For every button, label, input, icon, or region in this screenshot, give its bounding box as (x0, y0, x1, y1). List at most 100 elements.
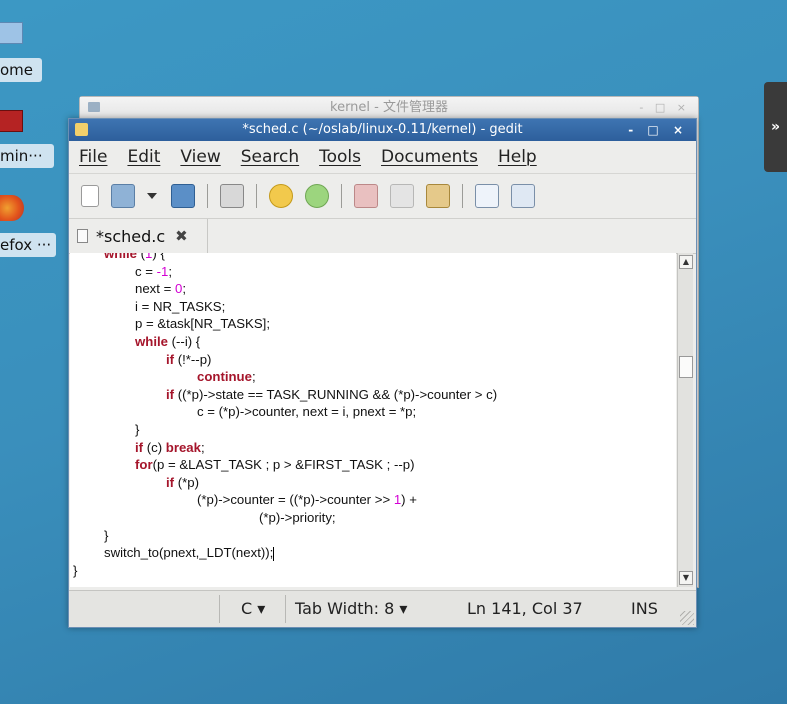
status-separator (219, 595, 220, 623)
document-icon (77, 229, 88, 243)
code-keyword: if (166, 351, 175, 367)
text-cursor (273, 546, 275, 561)
code-line: c = -1; (73, 263, 497, 281)
menu-file[interactable]: File (79, 147, 107, 167)
code-text-segment: switch_to(pnext,_LDT(next)); (104, 545, 274, 561)
menu-tools[interactable]: Tools (319, 147, 361, 167)
print-icon[interactable] (220, 184, 244, 208)
find-replace-icon[interactable] (511, 184, 535, 208)
redo-icon[interactable] (305, 184, 329, 208)
code-text-segment: } (73, 562, 78, 578)
code-text-segment: ( (136, 253, 146, 261)
code-line: for(p = &LAST_TASK ; p > &FIRST_TASK ; -… (73, 456, 497, 474)
cut-icon[interactable] (354, 184, 378, 208)
menu-documents[interactable]: Documents (381, 147, 478, 167)
tab-width-selector[interactable]: Tab Width: 8 ▾ (295, 591, 407, 627)
panel-expand-button[interactable]: » (764, 82, 787, 172)
gedit-window-controls[interactable]: - □ × (628, 119, 688, 141)
folder-icon (88, 102, 100, 112)
code-keyword: continue (197, 369, 252, 385)
paste-icon[interactable] (426, 184, 450, 208)
code-text[interactable]: while (1) {c = -1; next = 0; i = NR_TASKS;… (73, 253, 497, 579)
toolbar-separator (256, 184, 257, 208)
code-keyword: while (135, 333, 168, 349)
code-text-segment: (--i) { (167, 333, 201, 349)
scroll-down-icon[interactable]: ▼ (679, 571, 693, 585)
code-number: -1 (156, 263, 169, 279)
code-text-segment: } (135, 421, 140, 437)
code-text-segment: ; (200, 439, 205, 455)
chevron-down-icon[interactable] (147, 193, 157, 199)
tab-label: *sched.c (96, 226, 166, 246)
desktop-icon-label: efox ··· (0, 233, 56, 257)
scroll-up-icon[interactable]: ▲ (679, 255, 693, 269)
code-line: while (--i) { (73, 333, 497, 351)
code-text-segment: c = (*p)->counter, next = i, pnext = *p; (197, 404, 417, 420)
desktop-icon-label: min··· (0, 144, 54, 168)
code-text-segment: (*p)->priority; (259, 509, 336, 525)
code-text-segment: ; (168, 263, 173, 279)
file-manager-title: kernel - 文件管理器 (330, 100, 448, 115)
gedit-app-icon (75, 123, 88, 136)
gedit-titlebar[interactable]: *sched.c (~/oslab/linux-0.11/kernel) - g… (69, 119, 696, 141)
file-manager-window-controls[interactable]: - □ × (639, 97, 690, 119)
new-document-icon[interactable] (81, 185, 99, 207)
code-line: p = &task[NR_TASKS]; (73, 315, 497, 333)
language-selector[interactable]: C ▾ (241, 591, 265, 627)
code-line: if (*p) (73, 474, 497, 492)
home-folder-icon (0, 22, 23, 44)
status-separator (285, 595, 286, 623)
code-line: if (!*--p) (73, 351, 497, 369)
toolbar-separator (207, 184, 208, 208)
code-line: continue; (73, 368, 497, 386)
save-icon[interactable] (171, 184, 195, 208)
code-keyword: break (165, 439, 201, 455)
code-text-segment: (*p) (174, 474, 199, 490)
vertical-scrollbar[interactable]: ▲ ▼ (677, 253, 693, 587)
open-file-icon[interactable] (111, 184, 135, 208)
menu-search[interactable]: Search (241, 147, 299, 167)
code-text-segment: (p = &LAST_TASK ; p > &FIRST_TASK ; --p) (152, 457, 415, 473)
code-keyword: while (104, 253, 137, 261)
code-keyword: if (135, 439, 144, 455)
toolbar (69, 174, 696, 219)
find-icon[interactable] (475, 184, 499, 208)
code-line: } (73, 421, 497, 439)
menu-edit[interactable]: Edit (127, 147, 160, 167)
menubar: File Edit View Search Tools Documents He… (69, 141, 696, 174)
menu-help[interactable]: Help (498, 147, 537, 167)
resize-grip[interactable] (680, 611, 694, 625)
tab-sched-c[interactable]: *sched.c ✖ (69, 219, 208, 253)
code-text-segment: i = NR_TASKS; (135, 298, 226, 314)
code-text-segment: (!*--p) (174, 351, 212, 367)
cursor-position: Ln 141, Col 37 (467, 599, 583, 618)
code-line: next = 0; (73, 280, 497, 298)
code-line: if ((*p)->state == TASK_RUNNING && (*p)-… (73, 386, 497, 404)
code-text-segment: next = (135, 281, 175, 297)
code-keyword: if (166, 474, 175, 490)
menu-view[interactable]: View (180, 147, 220, 167)
code-line: (*p)->priority; (73, 509, 497, 527)
firefox-icon (0, 195, 24, 221)
scrollbar-thumb[interactable] (679, 356, 693, 378)
code-keyword: if (166, 386, 175, 402)
close-icon[interactable]: ✖ (175, 227, 188, 245)
undo-icon[interactable] (269, 184, 293, 208)
code-text-segment: (*p)->counter = ((*p)->counter >> (197, 492, 394, 508)
gedit-window[interactable]: *sched.c (~/oslab/linux-0.11/kernel) - g… (68, 118, 697, 628)
gedit-title: *sched.c (~/oslab/linux-0.11/kernel) - g… (242, 122, 523, 137)
toolbar-separator (462, 184, 463, 208)
file-manager-titlebar[interactable]: kernel - 文件管理器 - □ × (80, 97, 698, 119)
code-editor[interactable]: while (1) {c = -1; next = 0; i = NR_TASKS;… (70, 253, 676, 587)
code-text-segment: p = &task[NR_TASKS]; (135, 316, 270, 332)
code-line: c = (*p)->counter, next = i, pnext = *p; (73, 403, 497, 421)
statusbar: C ▾ Tab Width: 8 ▾ Ln 141, Col 37 INS (69, 590, 696, 627)
code-keyword: for (135, 457, 153, 473)
toolbar-separator (341, 184, 342, 208)
code-line: (*p)->counter = ((*p)->counter >> 1) + (73, 491, 497, 509)
code-text-segment: (c) (143, 439, 166, 455)
code-text-segment: ((*p)->state == TASK_RUNNING && (*p)->co… (174, 386, 498, 402)
copy-icon[interactable] (390, 184, 414, 208)
code-line: if (c) break; (73, 439, 497, 457)
insert-mode: INS (631, 599, 658, 618)
